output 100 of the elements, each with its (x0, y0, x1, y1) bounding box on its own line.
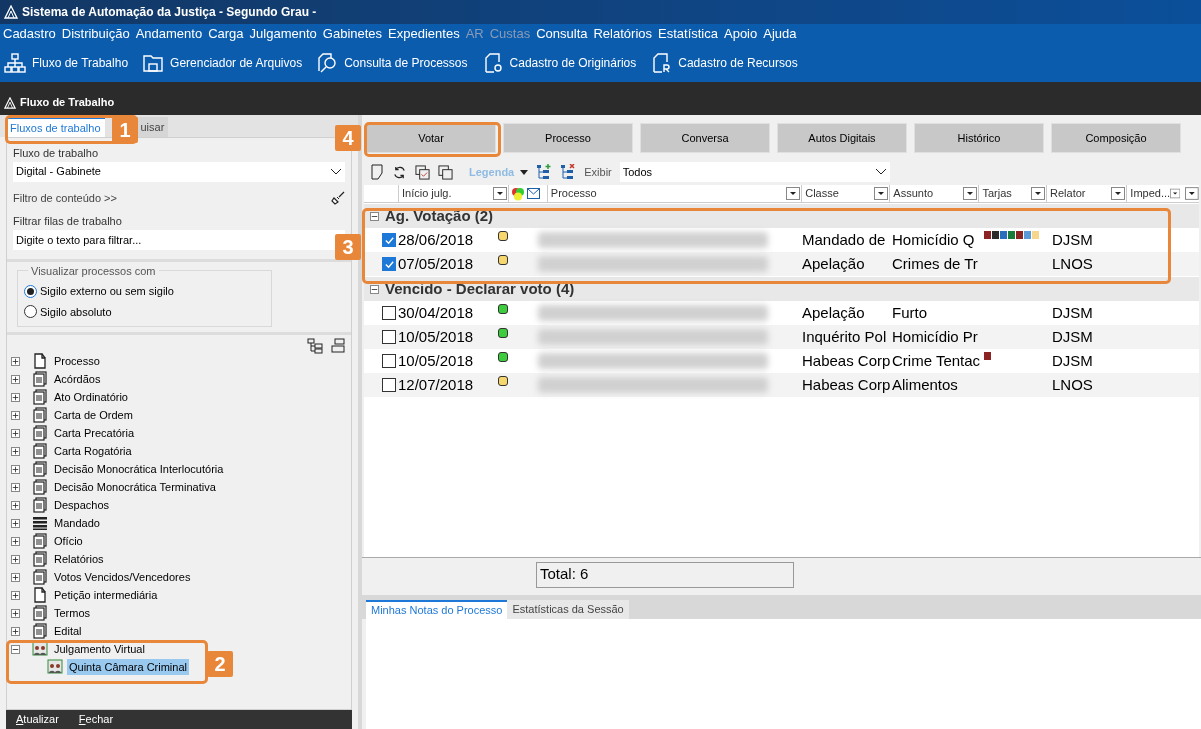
table-row[interactable]: 10/05/2018 Inquérito Pol Homicídio Pr DJSM (364, 325, 1199, 349)
tree-item[interactable]: Carta Precatória (52, 424, 137, 442)
menu-item[interactable]: Ajuda (760, 24, 800, 44)
column-header[interactable]: Relator (1046, 185, 1127, 202)
action-link[interactable]: Fechar (78, 711, 114, 728)
refresh-icon[interactable] (392, 164, 407, 180)
table-row[interactable]: 07/05/2018 Apelação Crimes de Tr LNOS (364, 252, 1199, 276)
action-button[interactable]: Conversa (640, 123, 770, 153)
menu-item[interactable]: Julgamento (246, 24, 320, 44)
action-button[interactable]: Processo (503, 123, 633, 153)
tree-item[interactable]: Julgamento Virtual (52, 640, 147, 658)
tree-add-icon[interactable] (536, 164, 553, 180)
action-button[interactable]: Composição (1051, 123, 1181, 153)
column-header[interactable]: Classe (801, 185, 890, 202)
tab[interactable]: uisar (136, 117, 169, 137)
expander-icon[interactable] (11, 590, 20, 600)
menu-item[interactable]: Gabinetes (319, 24, 386, 44)
checkbox[interactable] (382, 354, 396, 368)
checkbox[interactable] (382, 330, 396, 344)
toolbar-button[interactable]: Consulta de Processos (316, 52, 468, 74)
new-document-icon[interactable] (370, 164, 384, 180)
column-header[interactable]: Processo (546, 185, 802, 202)
column-header[interactable]: Início julg. (398, 185, 508, 202)
column-header[interactable]: Assunto (889, 185, 979, 202)
menu-item[interactable]: Andamento (132, 24, 206, 44)
action-button[interactable]: Autos Digitais (777, 123, 907, 153)
checkbox[interactable] (382, 257, 396, 271)
checkbox[interactable] (382, 233, 396, 247)
menu-item[interactable]: Expedientes (385, 24, 463, 44)
radio-button[interactable] (24, 284, 37, 298)
copy-icon[interactable] (438, 164, 453, 180)
expander-icon[interactable] (11, 572, 20, 582)
expander-icon[interactable] (11, 464, 20, 474)
checkbox[interactable] (382, 378, 396, 392)
menu-item[interactable]: Relatórios (590, 24, 655, 44)
tree-item[interactable]: Ofício (52, 532, 85, 550)
menu-item[interactable]: Cadastro (0, 24, 59, 44)
tree-item[interactable]: Carta de Ordem (52, 406, 135, 424)
expander-icon[interactable] (11, 374, 20, 384)
tab[interactable]: Minhas Notas do Processo (366, 600, 508, 619)
tree-remove-icon[interactable] (560, 164, 577, 180)
callout-badge: 2 (207, 651, 233, 677)
tree-item[interactable]: Carta Rogatória (52, 442, 134, 460)
expander-icon[interactable] (11, 626, 20, 636)
menu-item[interactable]: Apoio (721, 24, 761, 44)
action-button[interactable]: Votar (366, 123, 496, 153)
tree-item[interactable]: Quinta Câmara Criminal (67, 658, 189, 676)
tree-expand-icon[interactable] (307, 338, 323, 354)
tree-item[interactable]: Despachos (52, 496, 112, 514)
toolbar-button[interactable]: Cadastro de Recursos (650, 52, 798, 74)
radio-button[interactable] (24, 305, 37, 319)
tree-item[interactable]: Edital (52, 622, 84, 640)
tree-item[interactable]: Mandado (52, 514, 102, 532)
checkbox[interactable] (382, 306, 396, 320)
expander-icon[interactable] (11, 446, 20, 456)
toolbar-button[interactable]: Fluxo de Trabalho (4, 52, 129, 74)
menu-item[interactable]: Carga (205, 24, 247, 44)
tree-item[interactable]: Decisão Monocrática Interlocutória (52, 460, 226, 478)
toolbar-button[interactable]: Gerenciador de Arquivos (142, 52, 303, 74)
workflow-dropdown[interactable]: Digital - Gabinete (13, 161, 345, 182)
tree-item[interactable]: Acórdãos (52, 370, 103, 388)
expander-icon[interactable] (11, 554, 20, 564)
tree-item[interactable]: Relatórios (52, 550, 106, 568)
content-filter-link[interactable]: Filtro de conteúdo >> (13, 189, 117, 206)
group-title: Ag. Votação (2) (385, 205, 494, 226)
expander-icon[interactable] (11, 392, 20, 402)
table-row[interactable]: 12/07/2018 Habeas CorpAlimentos LNOS (364, 373, 1199, 397)
tree-item[interactable]: Termos (52, 604, 93, 622)
column-header[interactable]: Imped... (1126, 185, 1182, 202)
expander-icon[interactable] (11, 644, 20, 654)
expander-icon[interactable] (11, 482, 20, 492)
menu-item[interactable]: Consulta (533, 24, 591, 44)
tree-item[interactable]: Ato Ordinatório (52, 388, 130, 406)
tree-item[interactable]: Petição intermediária (52, 586, 160, 604)
clipboard-icon (32, 569, 48, 585)
menu-item[interactable]: Distribuição (58, 24, 133, 44)
expander-icon[interactable] (11, 500, 20, 510)
expander-icon[interactable] (11, 428, 20, 438)
tree-item[interactable]: Decisão Monocrática Terminativa (52, 478, 218, 496)
column-header[interactable]: Tarjas (978, 185, 1047, 202)
tree-collapse-icon[interactable] (331, 338, 345, 354)
brush-icon[interactable] (331, 190, 345, 205)
expander-icon[interactable] (11, 410, 20, 420)
tree-item[interactable]: Votos Vencidos/Vencedores (52, 568, 193, 586)
tab[interactable]: Estatísticas da Sessão (507, 600, 629, 619)
expander-icon[interactable] (11, 536, 20, 546)
action-link[interactable]: Atualizar (16, 711, 59, 728)
menu-item[interactable]: Estatística (655, 24, 721, 44)
clipboard-icon (32, 371, 48, 387)
expander-icon[interactable] (370, 211, 379, 221)
expander-icon[interactable] (11, 518, 20, 528)
expander-icon[interactable] (11, 608, 20, 618)
action-button[interactable]: Histórico (914, 123, 1044, 153)
show-dropdown[interactable]: Todos (619, 162, 890, 182)
toolbar-button[interactable]: Cadastro de Originários (481, 52, 637, 74)
expander-icon[interactable] (370, 284, 379, 294)
table-cell-text: 30/04/2018 (398, 302, 474, 323)
expander-icon[interactable] (11, 356, 20, 366)
checklist-icon[interactable] (415, 164, 430, 180)
tree-item[interactable]: Processo (52, 352, 102, 370)
